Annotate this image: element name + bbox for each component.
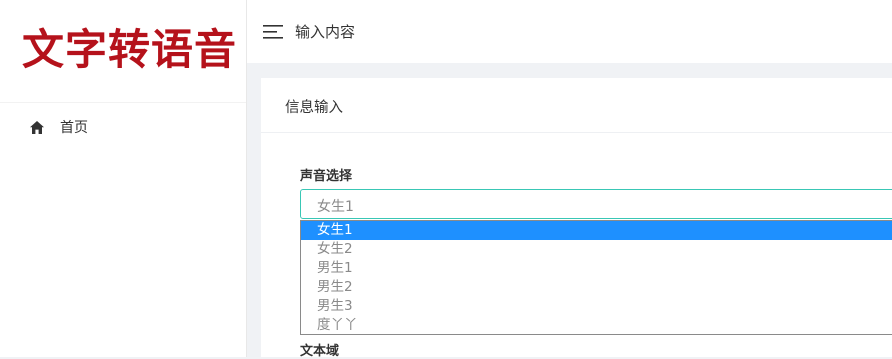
card-title: 信息输入 — [285, 100, 343, 116]
app-logo: 文字转语音 — [22, 25, 238, 74]
sidebar-item-label: 首页 — [60, 120, 88, 136]
info-input-card: 信息输入 声音选择 女生1 女生1 女生2 男生1 男生2 男生3 度丫丫 文本… — [261, 78, 892, 359]
top-bar: 输入内容 — [247, 0, 892, 63]
divider — [0, 102, 246, 103]
voice-option[interactable]: 度丫丫 — [301, 316, 892, 335]
sidebar-item-home[interactable]: 首页 — [0, 110, 246, 144]
menu-icon[interactable] — [263, 22, 285, 40]
voice-option[interactable]: 男生1 — [301, 259, 892, 278]
voice-dropdown: 女生1 女生2 男生1 男生2 男生3 度丫丫 — [300, 220, 892, 335]
voice-option[interactable]: 女生1 — [301, 221, 892, 240]
voice-option[interactable]: 男生3 — [301, 297, 892, 316]
voice-select-label: 声音选择 — [300, 169, 353, 184]
voice-option[interactable]: 女生2 — [301, 240, 892, 259]
page-title: 输入内容 — [295, 23, 356, 41]
voice-select-value: 女生1 — [317, 199, 354, 215]
home-icon — [30, 120, 44, 134]
sidebar: 文字转语音 首页 — [0, 0, 247, 357]
voice-select[interactable]: 女生1 — [300, 189, 892, 219]
voice-option[interactable]: 男生2 — [301, 278, 892, 297]
card-header: 信息输入 — [261, 78, 892, 133]
textarea-label: 文本域 — [300, 344, 340, 359]
